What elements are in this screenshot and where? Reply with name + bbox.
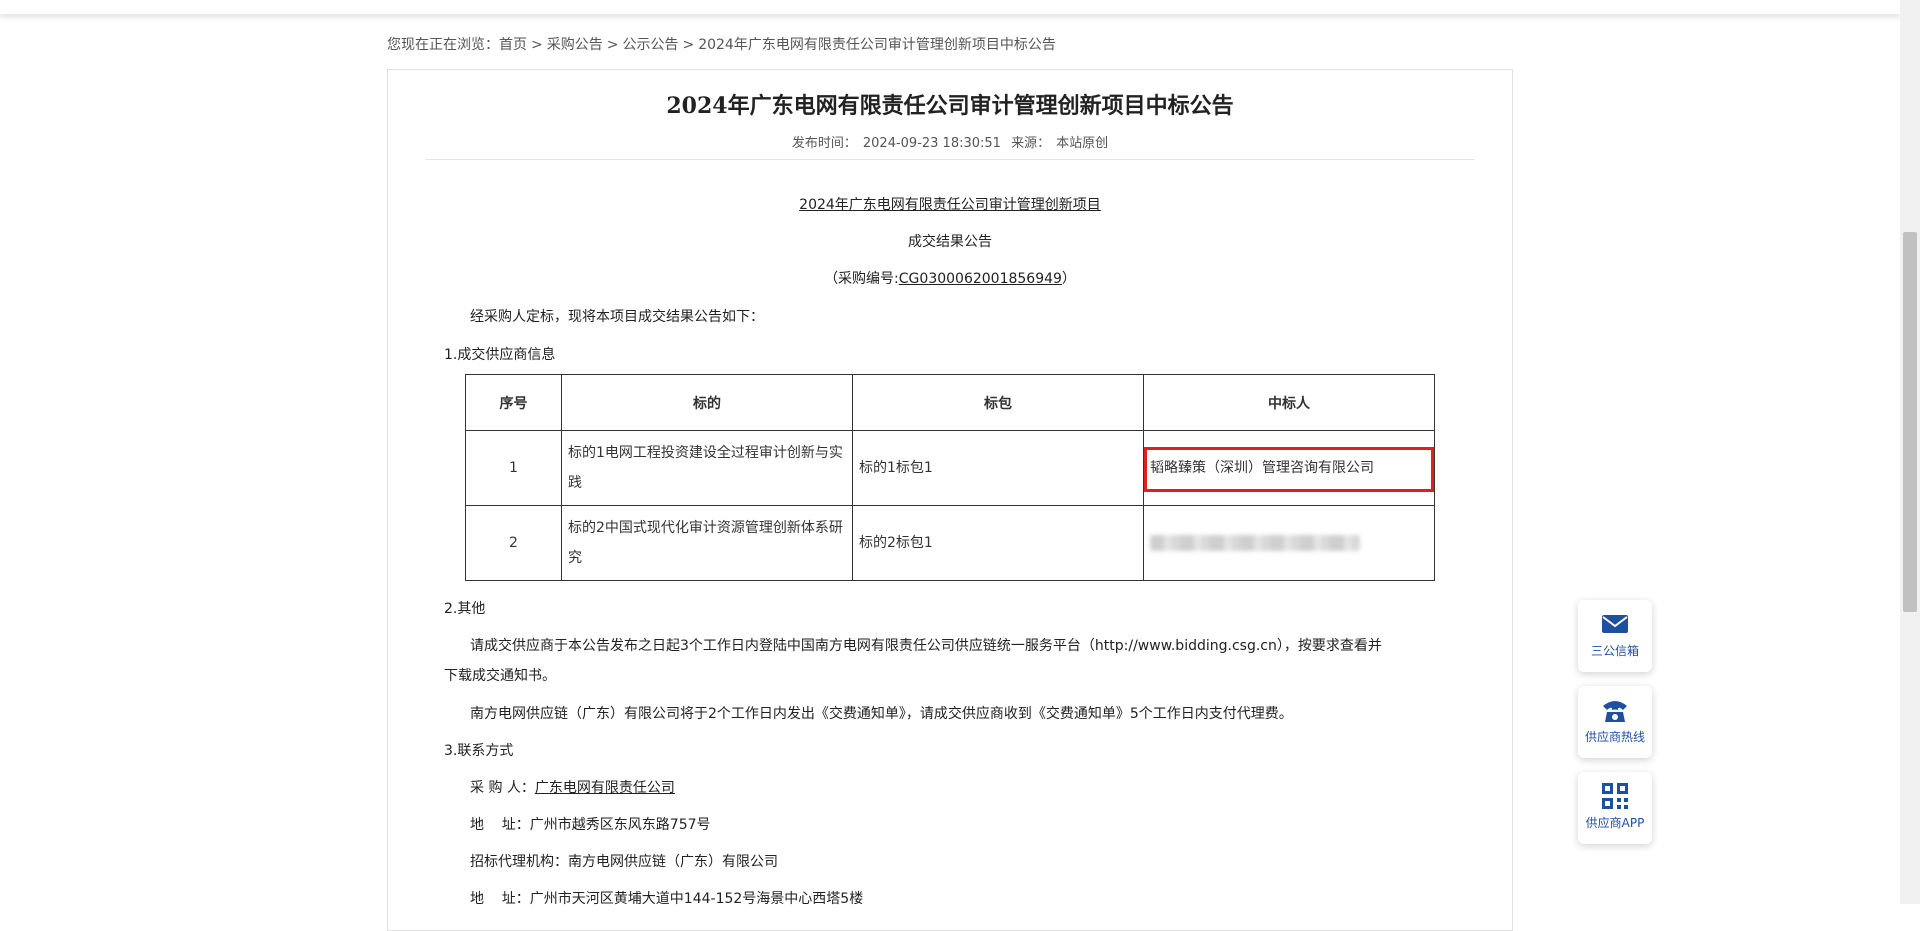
breadcrumb-notices-link[interactable]: 公示公告: [622, 37, 678, 53]
hotline-label: 供应商热线: [1584, 730, 1645, 744]
row-package: 标的1标包1: [852, 430, 1144, 506]
publish-time-label: 发布时间：: [791, 136, 857, 151]
app-label: 供应商APP: [1585, 816, 1645, 830]
row-package: 标的2标包1: [852, 505, 1144, 581]
purchaser-name: 广东电网有限责任公司: [534, 780, 675, 796]
qr-code-icon: [1602, 783, 1628, 809]
page-scrollbar[interactable]: [1900, 0, 1920, 904]
winner-highlight-box: [1144, 447, 1434, 492]
notice-type: 成交结果公告: [908, 234, 992, 250]
hotline-button[interactable]: 供应商热线: [1578, 686, 1652, 758]
procurement-number-prefix: （采购编号:: [824, 271, 899, 287]
row-index: 1: [465, 430, 562, 506]
table-header-row: 序号 标的 标包 中标人: [465, 374, 1435, 431]
breadcrumb-separator: >: [531, 37, 543, 53]
breadcrumb-separator: >: [606, 37, 619, 53]
row-target: 标的2中国式现代化审计资源管理创新体系研究: [561, 505, 853, 581]
mail-icon: [1602, 615, 1628, 633]
row-winner-redacted: [1143, 505, 1435, 581]
agency-address: 地 址：广州市天河区黄埔大道中144-152号海景中心西塔5楼: [470, 891, 864, 907]
other-paragraph-1: 请成交供应商于本公告发布之日起3个工作日内登陆中国南方电网有限责任公司供应链统一…: [470, 638, 1382, 654]
breadcrumb-current: 2024年广东电网有限责任公司审计管理创新项目中标公告: [698, 37, 1056, 53]
source-label: 来源：: [1011, 136, 1051, 151]
procurement-number-line: （采购编号:CG0300062001856949）: [388, 268, 1512, 288]
mailbox-label: 三公信箱: [1590, 644, 1639, 658]
other-paragraph-1-cont: 下载成交通知书。: [444, 668, 556, 684]
section-heading-2: 2.其他: [444, 601, 486, 617]
top-header-bar: [0, 0, 1900, 14]
purchaser-address: 地 址：广州市越秀区东风东路757号: [470, 817, 711, 833]
breadcrumb-procurement-link[interactable]: 采购公告: [547, 37, 603, 53]
row-target: 标的1电网工程投资建设全过程审计创新与实践: [561, 430, 853, 506]
publish-time: 2024-09-23 18:30:51: [862, 136, 1001, 151]
breadcrumb: 您现在正在浏览：首页 > 采购公告 > 公示公告 >2024年广东电网有限责任公司审计管理…: [387, 34, 1056, 54]
purchaser-line: 采 购 人：广东电网有限责任公司: [470, 777, 675, 797]
col-header-package: 标包: [852, 374, 1144, 431]
other-paragraph-2: 南方电网供应链（广东）有限公司将于2个工作日内发出《交费通知单》，请成交供应商收…: [470, 706, 1293, 722]
phone-icon: [1603, 701, 1627, 722]
article-panel: 2024年广东电网有限责任公司审计管理创新项目中标公告 发布时间： 2024-09…: [387, 69, 1513, 931]
article-meta: 发布时间： 2024-09-23 18:30:51 来源： 本站原创: [388, 132, 1512, 151]
col-header-winner: 中标人: [1143, 374, 1435, 431]
project-name: 2024年广东电网有限责任公司审计管理创新项目: [799, 197, 1101, 213]
source-value: 本站原创: [1056, 136, 1109, 151]
row-index: 2: [465, 505, 562, 581]
breadcrumb-separator: >: [682, 37, 695, 53]
scrollbar-thumb[interactable]: [1903, 232, 1917, 612]
app-button[interactable]: 供应商APP: [1578, 772, 1652, 844]
section-heading-3: 3.联系方式: [444, 743, 514, 759]
table-row: 2 标的2中国式现代化审计资源管理创新体系研究 标的2标包1: [465, 505, 1435, 581]
col-header-index: 序号: [465, 374, 562, 431]
section-heading-1: 1.成交供应商信息: [444, 347, 556, 363]
page-title: 2024年广东电网有限责任公司审计管理创新项目中标公告: [666, 93, 1234, 119]
procurement-number: CG0300062001856949: [898, 271, 1062, 287]
breadcrumb-prefix: 您现在正在浏览：: [387, 37, 499, 53]
col-header-target: 标的: [561, 374, 853, 431]
title-divider: [425, 159, 1475, 160]
agency-line: 招标代理机构：南方电网供应链（广东）有限公司: [470, 854, 778, 870]
redacted-blur: [1150, 535, 1360, 551]
mailbox-button[interactable]: 三公信箱: [1578, 600, 1652, 672]
intro-text: 经采购人定标，现将本项目成交结果公告如下：: [470, 309, 764, 325]
purchaser-label: 采 购 人：: [470, 780, 535, 796]
breadcrumb-home-link[interactable]: 首页: [499, 37, 527, 53]
procurement-number-suffix: ）: [1061, 271, 1076, 287]
